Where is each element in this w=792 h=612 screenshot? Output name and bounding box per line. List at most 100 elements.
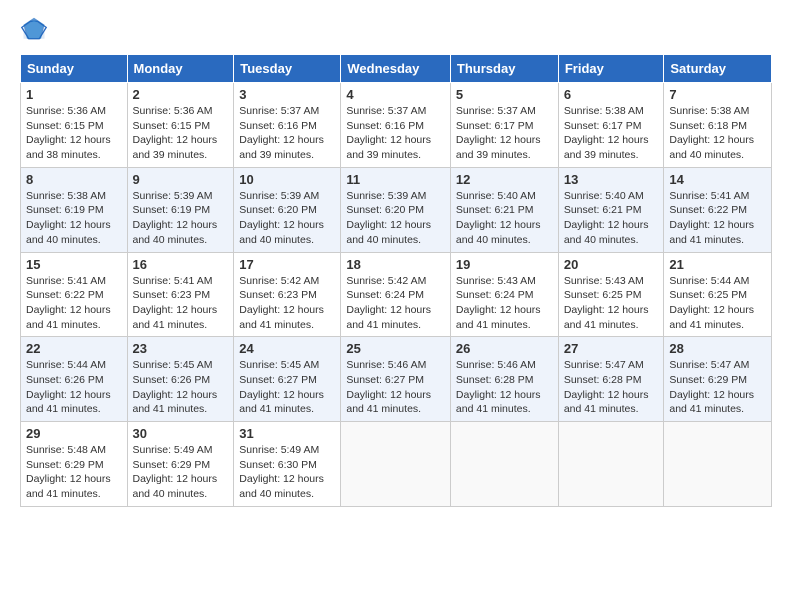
calendar-cell: 7 Sunrise: 5:38 AMSunset: 6:18 PMDaylight…: [664, 83, 772, 168]
weekday-header-wednesday: Wednesday: [341, 55, 451, 83]
day-info: Sunrise: 5:39 AMSunset: 6:20 PMDaylight:…: [239, 190, 324, 246]
day-info: Sunrise: 5:38 AMSunset: 6:19 PMDaylight:…: [26, 190, 111, 246]
calendar-cell: 4 Sunrise: 5:37 AMSunset: 6:16 PMDaylight…: [341, 83, 451, 168]
day-info: Sunrise: 5:47 AMSunset: 6:28 PMDaylight:…: [564, 359, 649, 415]
calendar-cell: 14Sunrise: 5:41 AMSunset: 6:22 PMDayligh…: [664, 167, 772, 252]
calendar-week-4: 22 Sunrise: 5:44 AMSunset: 6:26 PMDayligh…: [21, 337, 772, 422]
day-info: Sunrise: 5:49 AMSunset: 6:29 PMDaylight:…: [133, 444, 218, 500]
day-number: 18: [346, 257, 445, 272]
calendar-cell: 28 Sunrise: 5:47 AMSunset: 6:29 PMDayligh…: [664, 337, 772, 422]
day-info: Sunrise: 5:44 AMSunset: 6:25 PMDaylight:…: [669, 275, 754, 331]
day-number: 20: [564, 257, 659, 272]
day-info: Sunrise: 5:37 AMSunset: 6:16 PMDaylight:…: [346, 105, 431, 161]
day-info: Sunrise: 5:37 AMSunset: 6:16 PMDaylight:…: [239, 105, 324, 161]
day-info: Sunrise: 5:37 AMSunset: 6:17 PMDaylight:…: [456, 105, 541, 161]
day-number: 9: [133, 172, 229, 187]
day-info: Sunrise: 5:42 AMSunset: 6:23 PMDaylight:…: [239, 275, 324, 331]
day-number: 26: [456, 341, 553, 356]
day-number: 7: [669, 87, 766, 102]
calendar-cell: 25Sunrise: 5:46 AMSunset: 6:27 PMDayligh…: [341, 337, 451, 422]
calendar-cell: 29 Sunrise: 5:48 AMSunset: 6:29 PMDayligh…: [21, 422, 128, 507]
calendar-table: SundayMondayTuesdayWednesdayThursdayFrid…: [20, 54, 772, 507]
day-info: Sunrise: 5:40 AMSunset: 6:21 PMDaylight:…: [564, 190, 649, 246]
day-info: Sunrise: 5:46 AMSunset: 6:28 PMDaylight:…: [456, 359, 541, 415]
day-number: 30: [133, 426, 229, 441]
weekday-header-sunday: Sunday: [21, 55, 128, 83]
calendar-cell: [558, 422, 664, 507]
calendar-cell: 15 Sunrise: 5:41 AMSunset: 6:22 PMDayligh…: [21, 252, 128, 337]
day-number: 2: [133, 87, 229, 102]
day-number: 28: [669, 341, 766, 356]
day-number: 19: [456, 257, 553, 272]
logo: [20, 16, 52, 44]
weekday-header-thursday: Thursday: [450, 55, 558, 83]
calendar-cell: 19 Sunrise: 5:43 AMSunset: 6:24 PMDayligh…: [450, 252, 558, 337]
day-info: Sunrise: 5:45 AMSunset: 6:26 PMDaylight:…: [133, 359, 218, 415]
calendar-cell: [664, 422, 772, 507]
calendar-cell: 21 Sunrise: 5:44 AMSunset: 6:25 PMDayligh…: [664, 252, 772, 337]
calendar-cell: 30 Sunrise: 5:49 AMSunset: 6:29 PMDayligh…: [127, 422, 234, 507]
calendar-cell: 12Sunrise: 5:40 AMSunset: 6:21 PMDayligh…: [450, 167, 558, 252]
day-info: Sunrise: 5:43 AMSunset: 6:24 PMDaylight:…: [456, 275, 541, 331]
calendar-cell: 22 Sunrise: 5:44 AMSunset: 6:26 PMDayligh…: [21, 337, 128, 422]
calendar-cell: [450, 422, 558, 507]
calendar-cell: 8 Sunrise: 5:38 AMSunset: 6:19 PMDaylight…: [21, 167, 128, 252]
day-info: Sunrise: 5:47 AMSunset: 6:29 PMDaylight:…: [669, 359, 754, 415]
day-number: 17: [239, 257, 335, 272]
day-number: 3: [239, 87, 335, 102]
weekday-header-saturday: Saturday: [664, 55, 772, 83]
day-number: 10: [239, 172, 335, 187]
day-info: Sunrise: 5:41 AMSunset: 6:22 PMDaylight:…: [26, 275, 111, 331]
calendar-cell: 5Sunrise: 5:37 AMSunset: 6:17 PMDaylight…: [450, 83, 558, 168]
calendar-week-2: 8 Sunrise: 5:38 AMSunset: 6:19 PMDaylight…: [21, 167, 772, 252]
day-number: 22: [26, 341, 122, 356]
calendar-cell: 26 Sunrise: 5:46 AMSunset: 6:28 PMDayligh…: [450, 337, 558, 422]
day-number: 15: [26, 257, 122, 272]
calendar-week-3: 15 Sunrise: 5:41 AMSunset: 6:22 PMDayligh…: [21, 252, 772, 337]
day-number: 1: [26, 87, 122, 102]
day-info: Sunrise: 5:44 AMSunset: 6:26 PMDaylight:…: [26, 359, 111, 415]
calendar-cell: 3 Sunrise: 5:37 AMSunset: 6:16 PMDaylight…: [234, 83, 341, 168]
calendar-cell: 2 Sunrise: 5:36 AMSunset: 6:15 PMDaylight…: [127, 83, 234, 168]
calendar-cell: 27 Sunrise: 5:47 AMSunset: 6:28 PMDayligh…: [558, 337, 664, 422]
day-number: 25: [346, 341, 445, 356]
calendar-cell: 1 Sunrise: 5:36 AMSunset: 6:15 PMDaylight…: [21, 83, 128, 168]
day-info: Sunrise: 5:40 AMSunset: 6:21 PMDaylight:…: [456, 190, 541, 246]
weekday-header-friday: Friday: [558, 55, 664, 83]
day-number: 13: [564, 172, 659, 187]
day-info: Sunrise: 5:38 AMSunset: 6:18 PMDaylight:…: [669, 105, 754, 161]
calendar-week-1: 1 Sunrise: 5:36 AMSunset: 6:15 PMDaylight…: [21, 83, 772, 168]
day-number: 31: [239, 426, 335, 441]
logo-icon: [20, 16, 48, 44]
day-info: Sunrise: 5:39 AMSunset: 6:19 PMDaylight:…: [133, 190, 218, 246]
day-info: Sunrise: 5:42 AMSunset: 6:24 PMDaylight:…: [346, 275, 431, 331]
day-number: 23: [133, 341, 229, 356]
day-number: 8: [26, 172, 122, 187]
day-number: 11: [346, 172, 445, 187]
day-number: 21: [669, 257, 766, 272]
calendar-week-5: 29 Sunrise: 5:48 AMSunset: 6:29 PMDayligh…: [21, 422, 772, 507]
day-info: Sunrise: 5:48 AMSunset: 6:29 PMDaylight:…: [26, 444, 111, 500]
calendar-cell: [341, 422, 451, 507]
weekday-header-tuesday: Tuesday: [234, 55, 341, 83]
day-number: 29: [26, 426, 122, 441]
calendar-cell: 24 Sunrise: 5:45 AMSunset: 6:27 PMDayligh…: [234, 337, 341, 422]
day-info: Sunrise: 5:45 AMSunset: 6:27 PMDaylight:…: [239, 359, 324, 415]
calendar-cell: 6Sunrise: 5:38 AMSunset: 6:17 PMDaylight…: [558, 83, 664, 168]
page: SundayMondayTuesdayWednesdayThursdayFrid…: [0, 0, 792, 612]
day-info: Sunrise: 5:43 AMSunset: 6:25 PMDaylight:…: [564, 275, 649, 331]
calendar-cell: 11 Sunrise: 5:39 AMSunset: 6:20 PMDayligh…: [341, 167, 451, 252]
day-number: 24: [239, 341, 335, 356]
day-info: Sunrise: 5:38 AMSunset: 6:17 PMDaylight:…: [564, 105, 649, 161]
day-number: 27: [564, 341, 659, 356]
calendar-cell: 13 Sunrise: 5:40 AMSunset: 6:21 PMDayligh…: [558, 167, 664, 252]
calendar-cell: 20 Sunrise: 5:43 AMSunset: 6:25 PMDayligh…: [558, 252, 664, 337]
day-number: 4: [346, 87, 445, 102]
day-info: Sunrise: 5:39 AMSunset: 6:20 PMDaylight:…: [346, 190, 431, 246]
day-info: Sunrise: 5:36 AMSunset: 6:15 PMDaylight:…: [133, 105, 218, 161]
day-info: Sunrise: 5:49 AMSunset: 6:30 PMDaylight:…: [239, 444, 324, 500]
weekday-header-monday: Monday: [127, 55, 234, 83]
day-number: 16: [133, 257, 229, 272]
day-info: Sunrise: 5:36 AMSunset: 6:15 PMDaylight:…: [26, 105, 111, 161]
day-number: 14: [669, 172, 766, 187]
